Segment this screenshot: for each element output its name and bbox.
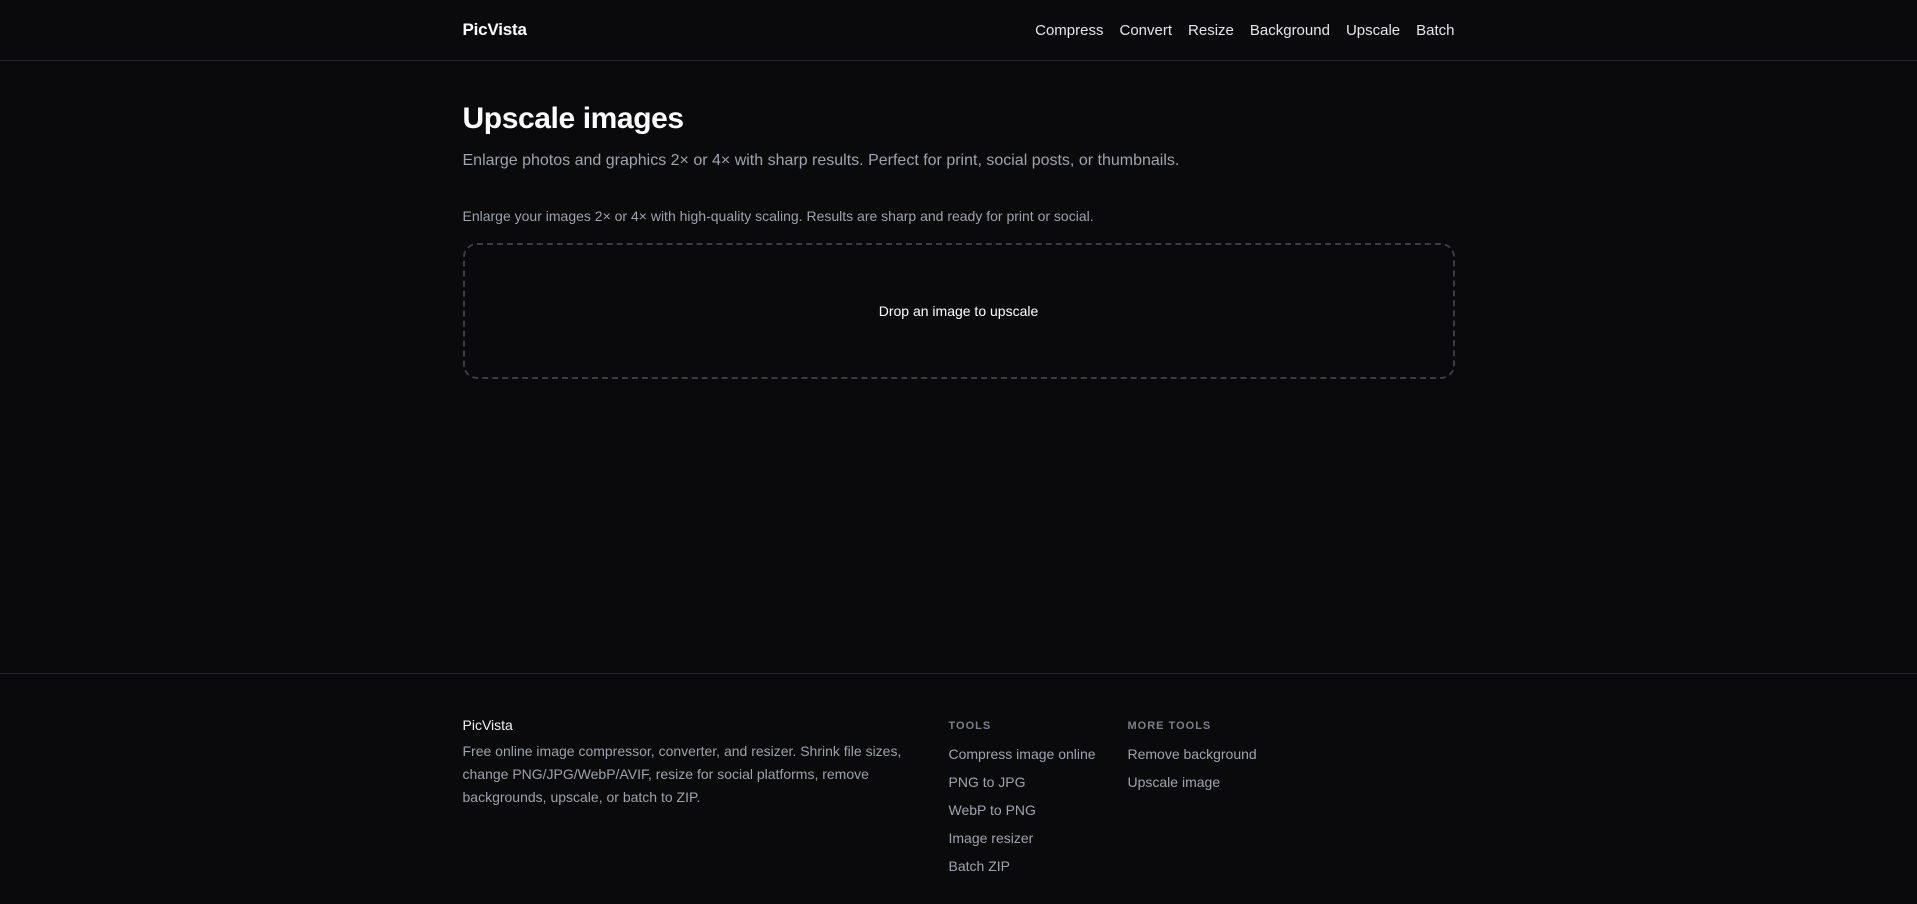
- footer-link-upscale-image[interactable]: Upscale image: [1128, 774, 1221, 790]
- list-item: Compress image online: [949, 740, 1128, 768]
- list-item: Remove background: [1128, 740, 1307, 768]
- header-inner: PicVista Compress Convert Resize Backgro…: [463, 0, 1455, 60]
- footer-link-image-resizer[interactable]: Image resizer: [949, 830, 1034, 846]
- list-item: Upscale image: [1128, 768, 1307, 796]
- footer-more-tools-heading: MORE TOOLS: [1127, 720, 1212, 732]
- footer-inner: PicVista Free online image compressor, c…: [463, 674, 1455, 880]
- site-footer: PicVista Free online image compressor, c…: [0, 673, 1917, 904]
- main-nav: Compress Convert Resize Background Upsca…: [1035, 22, 1454, 39]
- list-item: WebP to PNG: [949, 796, 1128, 824]
- list-item: Batch ZIP: [949, 852, 1128, 880]
- page-description: Enlarge your images 2× or 4× with high-q…: [462, 207, 1094, 224]
- nav-convert[interactable]: Convert: [1119, 22, 1172, 39]
- page: PicVista Compress Convert Resize Backgro…: [0, 0, 1917, 904]
- list-item: PNG to JPG: [949, 768, 1128, 796]
- footer-more-tools-list: Remove background Upscale image: [1128, 740, 1307, 796]
- nav-compress[interactable]: Compress: [1035, 22, 1103, 39]
- list-item: Image resizer: [949, 824, 1128, 852]
- footer-link-compress-image-online[interactable]: Compress image online: [949, 746, 1096, 762]
- page-title: Upscale images: [462, 102, 685, 135]
- footer-link-remove-background[interactable]: Remove background: [1128, 746, 1257, 762]
- footer-link-webp-to-png[interactable]: WebP to PNG: [949, 802, 1036, 818]
- footer-link-batch-zip[interactable]: Batch ZIP: [949, 858, 1010, 874]
- nav-batch[interactable]: Batch: [1416, 22, 1454, 39]
- dropzone-label: Drop an image to upscale: [878, 302, 1039, 319]
- footer-description: Free online image compressor, converter,…: [462, 743, 902, 806]
- footer-tools-column: TOOLS Compress image online PNG to JPG W…: [949, 716, 1128, 880]
- footer-tools-list: Compress image online PNG to JPG WebP to…: [949, 740, 1128, 880]
- footer-brand-column: PicVista Free online image compressor, c…: [463, 716, 949, 880]
- footer-more-tools-column: MORE TOOLS Remove background Upscale ima…: [1128, 716, 1307, 880]
- main-content: Upscale images Enlarge photos and graphi…: [462, 61, 1455, 379]
- footer-tools-heading: TOOLS: [948, 720, 992, 732]
- footer-link-png-to-jpg[interactable]: PNG to JPG: [949, 774, 1026, 790]
- footer-brand: PicVista: [462, 717, 513, 733]
- site-header: PicVista Compress Convert Resize Backgro…: [0, 0, 1917, 61]
- nav-background[interactable]: Background: [1250, 22, 1330, 39]
- upload-dropzone[interactable]: Drop an image to upscale: [462, 242, 1455, 379]
- page-subtitle: Enlarge photos and graphics 2× or 4× wit…: [462, 152, 1180, 169]
- nav-upscale[interactable]: Upscale: [1346, 22, 1400, 39]
- logo-link[interactable]: PicVista: [463, 20, 527, 40]
- nav-resize[interactable]: Resize: [1188, 22, 1234, 39]
